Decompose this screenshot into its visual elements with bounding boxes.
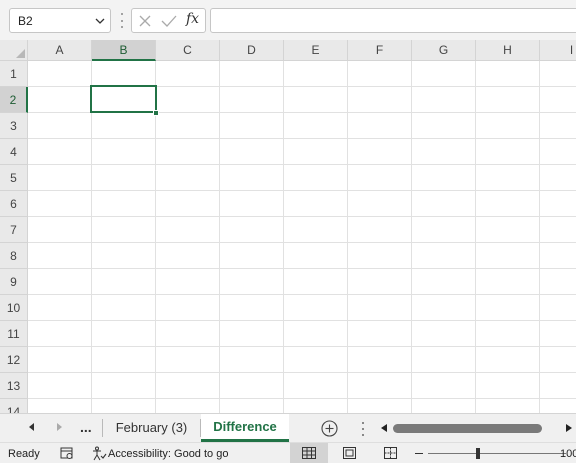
accessibility-icon[interactable]: [92, 446, 107, 461]
gridline-horizontal: [28, 216, 576, 217]
gridline-vertical: [347, 61, 348, 413]
add-sheet-icon[interactable]: [321, 420, 338, 437]
gridline-vertical: [475, 61, 476, 413]
status-ready: Ready: [8, 448, 40, 460]
tab-bar-resize-handle[interactable]: [361, 422, 365, 436]
normal-view-icon: [302, 447, 316, 459]
next-sheet-icon[interactable]: [57, 423, 62, 431]
row-header-3[interactable]: 3: [0, 113, 28, 139]
column-headers: ABCDEFGHI: [28, 40, 576, 61]
row-header-12[interactable]: 12: [0, 347, 28, 373]
sheet-tab-february-3[interactable]: February (3): [103, 414, 200, 442]
scroll-left-icon[interactable]: [381, 424, 387, 432]
page-break-icon: [384, 447, 397, 459]
name-box[interactable]: B2: [9, 8, 111, 33]
worksheet-grid[interactable]: ABCDEFGHI 1 2 3 4 5 6 7 8 9 10 11 12 13 14: [0, 40, 576, 413]
column-header-g[interactable]: G: [412, 40, 476, 61]
column-header-f[interactable]: F: [348, 40, 412, 61]
gridline-horizontal: [28, 190, 576, 191]
previous-sheet-icon[interactable]: [29, 423, 34, 431]
zoom-slider-thumb[interactable]: [476, 448, 480, 459]
row-header-11[interactable]: 11: [0, 321, 28, 347]
gridline-horizontal: [28, 346, 576, 347]
zoom-level[interactable]: 100%: [560, 448, 576, 460]
row-header-1[interactable]: 1: [0, 61, 28, 87]
horizontal-scrollbar-thumb[interactable]: [393, 424, 542, 433]
column-header-b[interactable]: B: [92, 40, 156, 61]
more-sheets-button[interactable]: ...: [80, 419, 92, 435]
column-header-i[interactable]: I: [540, 40, 576, 61]
row-header-10[interactable]: 10: [0, 295, 28, 321]
column-header-h[interactable]: H: [476, 40, 540, 61]
formula-bar: B2 fx: [0, 0, 576, 40]
accessibility-status[interactable]: Accessibility: Good to go: [108, 448, 228, 460]
enter-icon[interactable]: [161, 14, 177, 28]
gridline-vertical: [539, 61, 540, 413]
gridline-horizontal: [28, 138, 576, 139]
formula-buttons: fx: [131, 8, 206, 33]
function-icon[interactable]: fx: [186, 11, 199, 27]
column-header-d[interactable]: D: [220, 40, 284, 61]
zoom-slider[interactable]: [428, 453, 566, 454]
scroll-right-icon[interactable]: [566, 424, 572, 432]
normal-view-button[interactable]: [290, 443, 328, 463]
row-header-5[interactable]: 5: [0, 165, 28, 191]
page-break-button[interactable]: [372, 443, 408, 463]
sheet-tab-difference[interactable]: Difference: [201, 414, 289, 442]
chevron-down-icon[interactable]: [94, 15, 106, 27]
gridline-horizontal: [28, 294, 576, 295]
row-header-7[interactable]: 7: [0, 217, 28, 243]
page-layout-button[interactable]: [331, 443, 367, 463]
active-cell[interactable]: [90, 85, 157, 113]
gridline-horizontal: [28, 268, 576, 269]
column-header-c[interactable]: C: [156, 40, 220, 61]
row-header-8[interactable]: 8: [0, 243, 28, 269]
gridline-horizontal: [28, 372, 576, 373]
zoom-out-button[interactable]: [415, 453, 423, 454]
column-header-a[interactable]: A: [28, 40, 92, 61]
gridline-horizontal: [28, 164, 576, 165]
row-header-14[interactable]: 14: [0, 399, 28, 413]
select-all-corner[interactable]: [0, 40, 28, 61]
row-header-9[interactable]: 9: [0, 269, 28, 295]
row-header-13[interactable]: 13: [0, 373, 28, 399]
column-header-e[interactable]: E: [284, 40, 348, 61]
name-box-value: B2: [18, 14, 33, 28]
gridline-vertical: [411, 61, 412, 413]
formula-bar-resize-handle[interactable]: [120, 13, 124, 28]
status-bar: Ready Accessibility: Good to go 100: [0, 442, 576, 463]
sheet-tab-bar: ... February (3) Difference: [0, 413, 576, 442]
gridline-vertical: [283, 61, 284, 413]
macro-record-icon[interactable]: [60, 447, 74, 460]
formula-input[interactable]: [210, 8, 576, 33]
gridline-horizontal: [28, 320, 576, 321]
row-header-6[interactable]: 6: [0, 191, 28, 217]
fill-handle[interactable]: [153, 110, 159, 116]
cancel-icon[interactable]: [138, 14, 152, 28]
row-header-2[interactable]: 2: [0, 87, 28, 113]
row-header-4[interactable]: 4: [0, 139, 28, 165]
page-layout-icon: [343, 447, 356, 459]
gridline-horizontal: [28, 398, 576, 399]
gridline-vertical: [219, 61, 220, 413]
gridline-vertical: [91, 61, 92, 413]
gridline-horizontal: [28, 242, 576, 243]
